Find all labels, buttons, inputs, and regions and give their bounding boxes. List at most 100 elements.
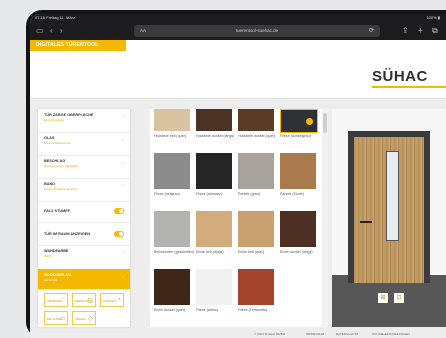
floor-tile[interactable] <box>238 211 274 247</box>
option-label: BAND <box>44 182 55 186</box>
floor-tile-label: Fliese (Terracotta) <box>238 308 267 312</box>
site-header: DIGITALES TÜRENTOOL SÜHAC <box>30 40 446 99</box>
option-value: Glas Lichtausschnitt <box>44 141 71 145</box>
option-value: Eiche Endgrain <box>44 118 65 122</box>
scroll-thumb[interactable] <box>323 113 327 133</box>
back-icon[interactable]: ‹ <box>50 26 53 36</box>
option-t-r-im-raum-anzeigen[interactable]: TÜR IM RAUM ANZEIGEN <box>38 224 130 246</box>
action-icon: ▭ <box>59 316 65 322</box>
option-label: GLAS <box>44 136 55 140</box>
floor-tile[interactable] <box>154 269 190 305</box>
option-label: BESCHLAG <box>44 159 66 163</box>
floor-tile[interactable] <box>196 211 232 247</box>
floor-tile[interactable] <box>238 109 274 131</box>
options-panel: TÜR ZARGE OBERFLÄCHE Eiche Endgrain › GLAS G… <box>38 109 130 327</box>
floor-tile-label: Holzdiele dunkel (längs) <box>196 134 235 138</box>
door-handle <box>360 221 372 223</box>
floor-tile[interactable] <box>196 269 232 305</box>
door-glass <box>386 151 399 241</box>
floor-tile-label: Eiche dunkel (quer) <box>154 308 186 312</box>
chevron-right-icon: › <box>122 183 124 189</box>
new-tab-icon[interactable]: + <box>418 26 423 36</box>
option-wandfarbe[interactable]: WANDFARBE Weiß › <box>38 245 130 270</box>
door-preview: ⊞ ⊡ <box>332 109 446 327</box>
option-value: Tectus 3D-Band verdeckt <box>44 187 78 191</box>
floor-tile-label: Parkett (Eiche) <box>280 192 304 196</box>
option-value: Weiß <box>44 254 51 258</box>
browser-toolbar: ▭ ‹ › AA tuerentool-suehac.de ⟳ ⇪ + ⧉ <box>30 22 446 40</box>
floor-tile-label: Holzdiele dunkel (quer) <box>238 134 275 138</box>
chevron-right-icon: › <box>122 274 124 280</box>
footer-cookie[interactable]: COOKIE-EINSTELLUNGEN <box>372 332 410 336</box>
action-icon: ◇ <box>88 316 93 322</box>
status-battery: 100% ▮ <box>426 15 440 20</box>
floor-tile[interactable] <box>196 153 232 189</box>
option-glas[interactable]: GLAS Glas Lichtausschnitt › <box>38 132 130 156</box>
floor-tile-label: Eiche hell (quer) <box>238 250 265 254</box>
tool-tag: DIGITALES TÜRENTOOL <box>30 40 126 51</box>
action-anfrage-button[interactable]: ANFRAGE ♡ <box>44 293 68 307</box>
action-label: TEILEN <box>75 317 86 321</box>
configurator: TÜR ZARGE OBERFLÄCHE Eiche Endgrain › GLAS G… <box>30 99 446 338</box>
option-label: TÜR ZARGE OBERFLÄCHE <box>44 113 94 117</box>
selected-marker-icon <box>306 118 313 125</box>
grid-scrollbar[interactable] <box>322 109 328 327</box>
footer-copyright: © 2024 SÜHAC GMBH <box>254 332 285 336</box>
option-band[interactable]: BAND Tectus 3D-Band verdeckt › <box>38 178 130 202</box>
sidebar-toggle-icon[interactable]: ▭ <box>36 26 44 36</box>
floor-tile[interactable] <box>238 269 274 305</box>
reader-mode-button[interactable]: AA <box>140 25 146 37</box>
action-teilen-button[interactable]: TEILEN ◇ <box>72 311 96 325</box>
browser-screen: 07:16 Freitag 11. März 100% ▮ ▭ ‹ › AA t… <box>30 14 446 338</box>
floor-tile[interactable] <box>280 153 316 189</box>
option-label: BODENBELAG <box>44 273 72 277</box>
reload-icon[interactable]: ⟳ <box>369 25 374 37</box>
toggle-switch[interactable] <box>114 231 124 237</box>
toggle-switch[interactable] <box>114 208 124 214</box>
action-ansicht-button[interactable]: ANSICHT ◔ <box>100 293 124 307</box>
floor-tile[interactable] <box>196 109 232 131</box>
chevron-right-icon: › <box>122 137 124 143</box>
footer-impressum[interactable]: IMPRESSUM <box>306 332 324 336</box>
action-icon: ◔ <box>117 297 121 303</box>
floor-tile-label: Fliese (dunkelgrau) <box>280 134 311 138</box>
floor-tile[interactable] <box>154 211 190 247</box>
action-label: ANSICHT <box>103 299 117 303</box>
action-merkliste-button[interactable]: MERKLISTE ▢ <box>72 293 96 307</box>
option-falz-stumpf[interactable]: FALZ STUMPF <box>38 201 130 223</box>
tabs-icon[interactable]: ⧉ <box>432 26 438 36</box>
brand-logo[interactable]: SÜHAC <box>372 68 428 85</box>
action-drucken-button[interactable]: DRUCKEN ▭ <box>44 311 68 325</box>
option-t-r-zarge-oberfl-che[interactable]: TÜR ZARGE OBERFLÄCHE Eiche Endgrain › <box>38 109 130 133</box>
status-time: 07:16 Freitag 11. März <box>35 15 75 20</box>
floor-tile-label: Betonboden (geschliffen) <box>154 250 194 254</box>
floor-tile-label: Fliese (schwarz) <box>196 192 223 196</box>
option-beschlag[interactable]: BESCHLAG Drückergarnitur Edelstahl › <box>38 155 130 179</box>
floor-tile[interactable] <box>154 109 190 131</box>
footer-datenschutz[interactable]: DATENSCHUTZ <box>336 332 358 336</box>
action-icon: ▢ <box>87 298 93 304</box>
floor-tile-label: Eiche dunkel (längs) <box>280 250 313 254</box>
share-icon[interactable]: ⇪ <box>402 26 409 36</box>
floor-tile[interactable] <box>238 153 274 189</box>
url-bar[interactable]: AA tuerentool-suehac.de ⟳ <box>134 25 380 37</box>
logo-underline <box>372 86 446 88</box>
footer: © 2024 SÜHAC GMBH IMPRESSUM DATENSCHUTZ … <box>30 329 446 338</box>
option-label: FALZ STUMPF <box>44 209 71 213</box>
fullscreen-icon[interactable]: ⊡ <box>394 293 404 303</box>
zoom-icon[interactable]: ⊞ <box>378 293 388 303</box>
chevron-right-icon: › <box>122 160 124 166</box>
action-icon: ♡ <box>59 298 65 304</box>
chevron-right-icon: › <box>122 250 124 256</box>
forward-icon[interactable]: › <box>60 26 63 36</box>
option-bodenbelag[interactable]: BODENBELAG Eiche hell › <box>38 269 130 290</box>
floor-tile[interactable] <box>280 211 316 247</box>
floor-tile-label: Fliese (hellgrau) <box>154 192 180 196</box>
floor-tile[interactable] <box>154 153 190 189</box>
floor-tile-label: Holzdiele hell (quer) <box>154 134 186 138</box>
option-value: Drückergarnitur Edelstahl <box>44 164 78 168</box>
option-value: Eiche hell <box>44 278 58 282</box>
floor-grid: Holzdiele hell (quer) Holzdiele dunkel (l… <box>150 109 322 327</box>
floor-tile-label: Parkett (grau) <box>238 192 260 196</box>
url-text: tuerentool-suehac.de <box>235 28 279 33</box>
